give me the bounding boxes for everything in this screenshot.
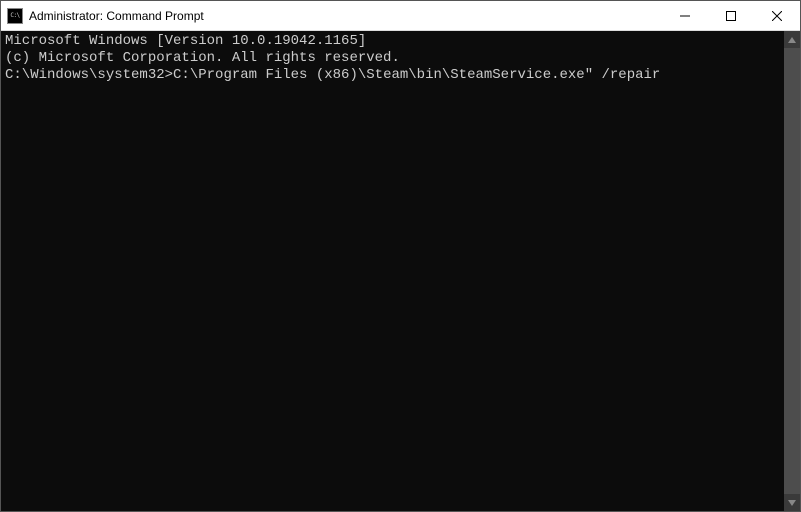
scroll-track[interactable] — [784, 48, 800, 494]
app-window: Administrator: Command Prompt Microsoft — [0, 0, 801, 512]
minimize-button[interactable] — [662, 1, 708, 30]
maximize-button[interactable] — [708, 1, 754, 30]
scroll-up-button[interactable] — [784, 31, 800, 48]
scroll-down-button[interactable] — [784, 494, 800, 511]
close-button[interactable] — [754, 1, 800, 30]
maximize-icon — [726, 11, 736, 21]
minimize-icon — [680, 11, 690, 21]
chevron-down-icon — [788, 500, 796, 506]
window-controls — [662, 1, 800, 30]
version-line: Microsoft Windows [Version 10.0.19042.11… — [5, 33, 780, 50]
prompt-line: C:\Windows\system32>C:\Program Files (x8… — [5, 67, 780, 84]
titlebar[interactable]: Administrator: Command Prompt — [1, 1, 800, 31]
prompt-text: C:\Windows\system32> — [5, 67, 173, 83]
copyright-line: (c) Microsoft Corporation. All rights re… — [5, 50, 780, 67]
window-title: Administrator: Command Prompt — [29, 9, 662, 23]
chevron-up-icon — [788, 37, 796, 43]
cmd-icon — [7, 8, 23, 24]
close-icon — [772, 11, 782, 21]
terminal-area: Microsoft Windows [Version 10.0.19042.11… — [1, 31, 800, 511]
scroll-thumb[interactable] — [784, 48, 800, 494]
terminal-output[interactable]: Microsoft Windows [Version 10.0.19042.11… — [1, 31, 784, 511]
vertical-scrollbar[interactable] — [784, 31, 800, 511]
command-text[interactable]: C:\Program Files (x86)\Steam\bin\SteamSe… — [173, 67, 660, 83]
